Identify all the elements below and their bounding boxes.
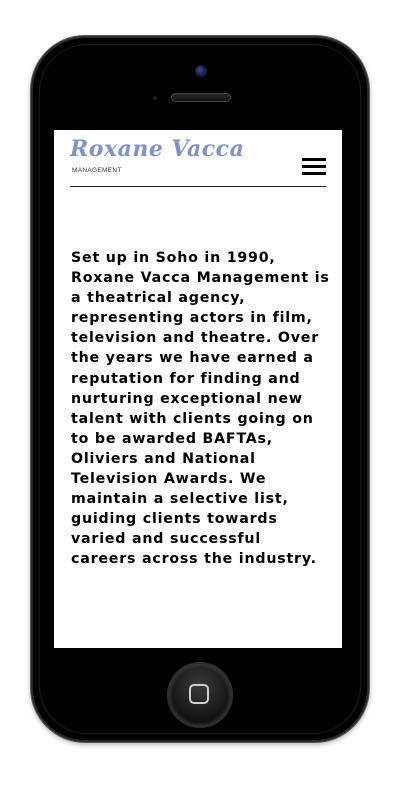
home-button[interactable] — [169, 664, 231, 726]
logo-name[interactable]: Roxane Vacca — [70, 136, 244, 162]
phone-frame: Roxane Vacca MANAGEMENT Set up in Soho i… — [31, 36, 369, 742]
intro-text: Set up in Soho in 1990, Roxane Vacca Man… — [71, 250, 330, 568]
menu-bar-top — [302, 158, 326, 161]
phone-screen: Roxane Vacca MANAGEMENT Set up in Soho i… — [54, 130, 342, 648]
menu-bar-middle — [302, 165, 326, 168]
front-camera-icon — [196, 66, 206, 76]
proximity-sensor-icon — [153, 96, 157, 100]
menu-bar-bottom — [302, 172, 326, 175]
earpiece-speaker-icon — [171, 93, 231, 102]
logo-subtitle: MANAGEMENT — [72, 167, 122, 174]
home-square-icon — [189, 684, 209, 704]
hamburger-menu-icon[interactable] — [302, 158, 326, 176]
site-header: Roxane Vacca MANAGEMENT — [70, 130, 326, 187]
